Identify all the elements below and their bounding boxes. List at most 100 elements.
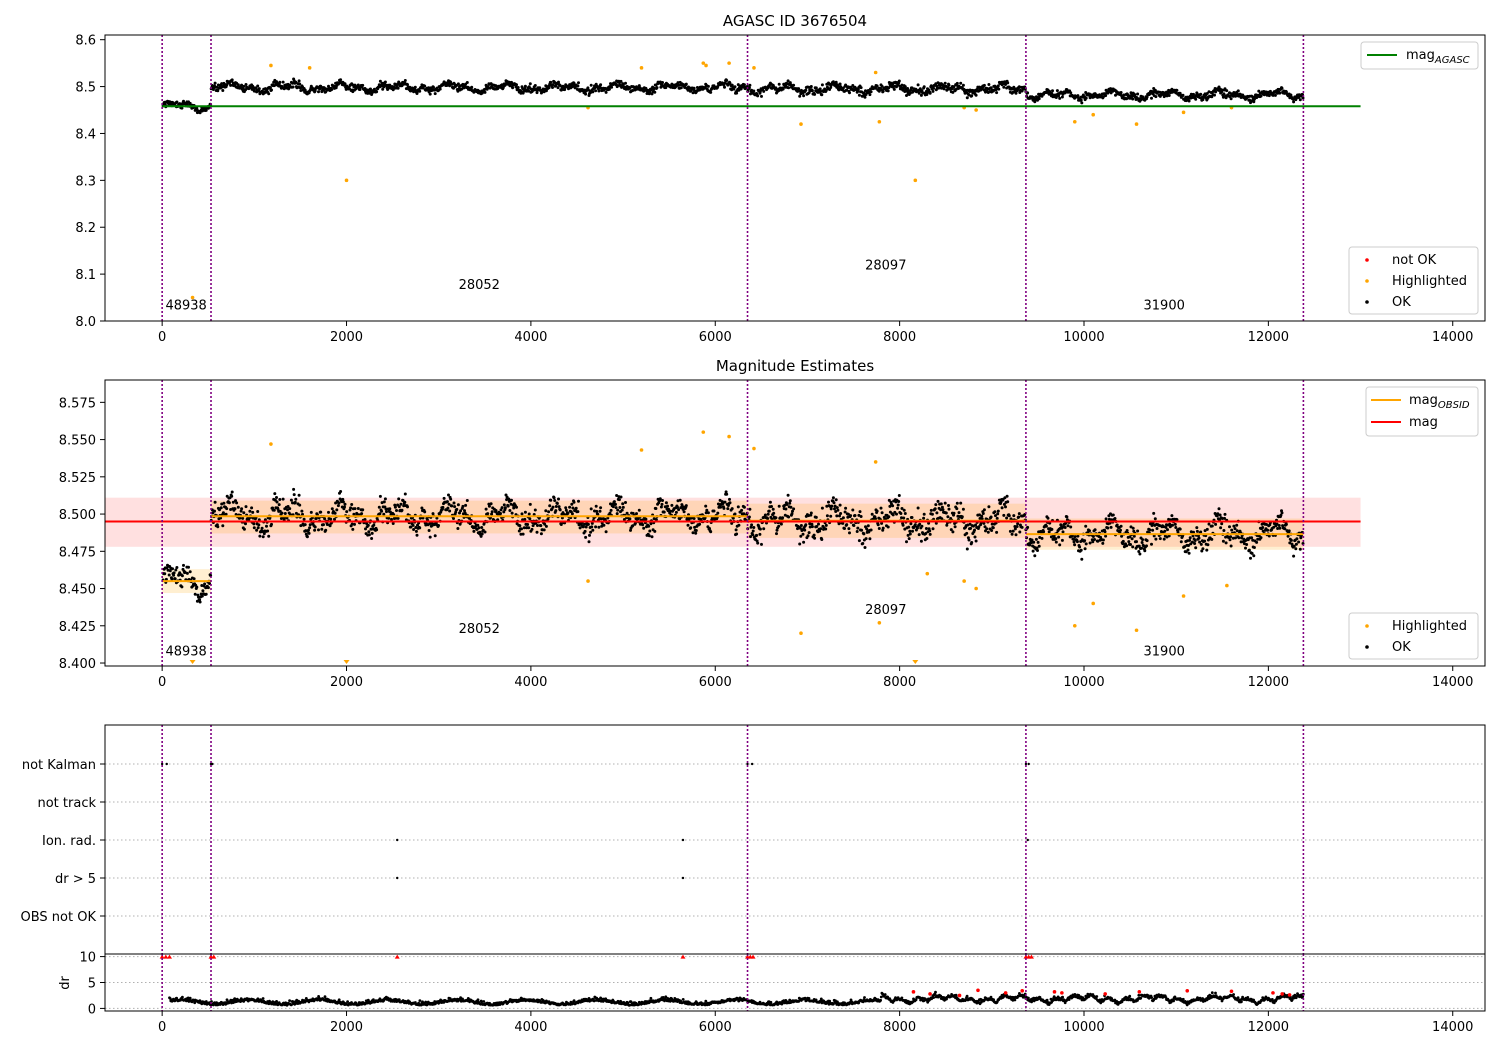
ok-point bbox=[829, 514, 833, 518]
legend-marker-highlighted bbox=[1365, 279, 1369, 283]
ok-point bbox=[446, 506, 450, 510]
ok-point bbox=[982, 508, 986, 512]
panel-title: Magnitude Estimates bbox=[716, 357, 874, 375]
ok-point bbox=[853, 514, 857, 517]
ok-point bbox=[1170, 514, 1174, 518]
ok-point bbox=[777, 82, 781, 86]
ok-point bbox=[777, 524, 781, 528]
ok-point bbox=[899, 512, 903, 515]
ok-point bbox=[195, 585, 199, 589]
ok-point bbox=[403, 79, 407, 82]
ok-point bbox=[240, 507, 244, 511]
ok-point bbox=[241, 516, 245, 520]
highlighted-point bbox=[873, 70, 878, 75]
ok-point bbox=[345, 510, 349, 514]
ok-point bbox=[987, 505, 991, 509]
ok-point bbox=[309, 510, 313, 514]
ok-point bbox=[955, 507, 959, 511]
ok-point bbox=[1187, 551, 1191, 555]
ok-point bbox=[788, 501, 792, 505]
ok-point bbox=[1093, 528, 1097, 532]
ok-point bbox=[1002, 513, 1006, 517]
ok-point bbox=[1205, 548, 1209, 552]
ok-point bbox=[1015, 525, 1019, 528]
ok-point bbox=[919, 539, 923, 543]
ok-point bbox=[799, 524, 803, 527]
ok-point bbox=[1287, 529, 1291, 533]
ok-point bbox=[1121, 539, 1125, 543]
ok-point bbox=[187, 565, 190, 569]
ok-point bbox=[557, 505, 561, 509]
ok-point bbox=[516, 86, 520, 89]
ok-point bbox=[329, 517, 333, 521]
ok-point bbox=[942, 87, 946, 91]
ok-point bbox=[1079, 98, 1083, 102]
ok-point bbox=[213, 500, 217, 504]
x-tick-label: 2000 bbox=[330, 330, 363, 345]
ok-point bbox=[597, 89, 601, 93]
ok-point bbox=[869, 528, 873, 532]
ok-point bbox=[762, 527, 766, 531]
ok-point bbox=[924, 527, 928, 530]
ok-point bbox=[856, 526, 860, 530]
ok-point bbox=[742, 505, 746, 509]
ok-point bbox=[756, 94, 760, 98]
ok-point bbox=[1152, 511, 1156, 515]
legend-label-ok: OK bbox=[1392, 640, 1411, 655]
ok-point bbox=[933, 507, 937, 511]
ok-point bbox=[843, 527, 846, 530]
ok-point bbox=[1054, 540, 1058, 544]
y-tick-label: 8.6 bbox=[75, 34, 96, 49]
ok-point bbox=[897, 500, 901, 503]
ok-point bbox=[333, 517, 336, 521]
ok-point bbox=[940, 517, 944, 521]
ok-point bbox=[624, 501, 627, 504]
ok-point bbox=[1044, 524, 1048, 528]
ok-point bbox=[705, 508, 709, 512]
ok-point bbox=[995, 530, 999, 534]
ok-point bbox=[1286, 534, 1290, 538]
highlighted-point bbox=[974, 108, 978, 112]
ok-point bbox=[480, 532, 484, 536]
ok-point bbox=[947, 504, 950, 507]
ok-point bbox=[515, 83, 518, 87]
ok-point bbox=[1233, 527, 1237, 531]
ok-point bbox=[1210, 524, 1214, 528]
ok-point bbox=[307, 531, 311, 535]
ok-point bbox=[709, 530, 713, 534]
ok-point bbox=[803, 528, 807, 532]
ok-point bbox=[931, 527, 935, 531]
ok-point bbox=[599, 83, 603, 87]
ok-point bbox=[790, 512, 794, 516]
ok-point bbox=[201, 589, 205, 593]
ok-point bbox=[997, 87, 1001, 91]
legend-marker-highlighted bbox=[1365, 624, 1369, 628]
ok-point bbox=[1195, 529, 1199, 533]
ok-point bbox=[859, 515, 863, 518]
ok-point bbox=[571, 506, 575, 510]
ok-point bbox=[591, 90, 595, 94]
ok-point bbox=[503, 506, 507, 510]
ok-point bbox=[807, 531, 811, 535]
ok-point bbox=[313, 525, 317, 529]
y-tick-label: 8.525 bbox=[59, 471, 96, 486]
legend-status: not OK Highlighted OK bbox=[1348, 246, 1479, 315]
ok-point bbox=[1079, 548, 1083, 552]
ok-point bbox=[653, 90, 657, 94]
y-tick-label: 8.4 bbox=[75, 127, 96, 142]
ok-point bbox=[1229, 535, 1233, 539]
ok-point bbox=[278, 498, 282, 501]
ok-point bbox=[1295, 537, 1299, 541]
ok-point bbox=[848, 91, 851, 95]
ok-point bbox=[936, 499, 940, 503]
ok-point bbox=[1277, 524, 1281, 527]
ok-point bbox=[792, 507, 796, 511]
ok-point bbox=[1010, 532, 1014, 536]
ok-point bbox=[905, 540, 908, 544]
ok-point bbox=[244, 522, 247, 526]
ok-point bbox=[768, 500, 772, 504]
ok-point bbox=[1237, 536, 1241, 540]
ok-point bbox=[339, 78, 343, 82]
ok-point bbox=[760, 94, 763, 98]
ok-point bbox=[845, 523, 849, 527]
